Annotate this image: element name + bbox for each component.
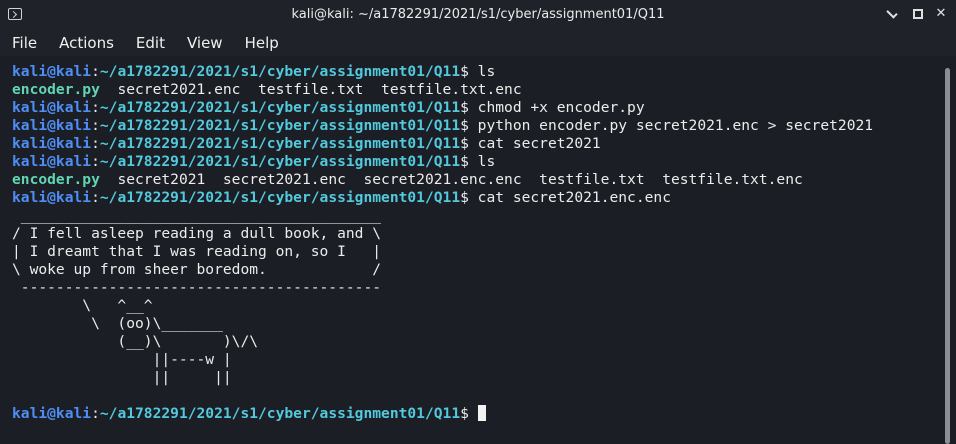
menu-view[interactable]: View xyxy=(175,34,233,52)
terminal-line: \ (oo)\_______ xyxy=(12,315,940,333)
terminal-line: ||----w | xyxy=(12,351,940,369)
terminal-text: \ (oo)\_______ xyxy=(12,315,223,332)
terminal-line: encoder.py secret2021 secret2021.enc sec… xyxy=(12,171,940,189)
terminal-text: secret2021 secret2021.enc secret2021.enc… xyxy=(99,171,803,188)
terminal-line: (__)\ )\/\ xyxy=(12,333,940,351)
scrollbar[interactable] xyxy=(940,56,956,444)
maximize-button[interactable] xyxy=(910,6,926,22)
prompt-path: ~/a1782291/2021/s1/cyber/assignment01/Q1… xyxy=(99,135,461,152)
terminal-cursor xyxy=(477,405,486,421)
prompt-user: kali@kali xyxy=(12,63,92,80)
terminal-text: : xyxy=(91,135,100,152)
prompt-path: ~/a1782291/2021/s1/cyber/assignment01/Q1… xyxy=(99,405,461,422)
prompt-user: kali@kali xyxy=(12,189,92,206)
window-title: kali@kali: ~/a1782291/2021/s1/cyber/assi… xyxy=(291,7,665,22)
prompt-user: kali@kali xyxy=(12,117,92,134)
minimize-button[interactable] xyxy=(885,6,901,22)
terminal-text: \ ^__^ xyxy=(12,297,153,314)
terminal-text: : xyxy=(91,153,100,170)
terminal-text: $ cat secret2021 xyxy=(460,135,601,152)
terminal-text: secret2021.enc testfile.txt testfile.txt… xyxy=(99,81,522,98)
terminal-line: ----------------------------------------… xyxy=(12,279,940,297)
terminal-text: : xyxy=(91,117,100,134)
prompt-path: ~/a1782291/2021/s1/cyber/assignment01/Q1… xyxy=(99,117,461,134)
terminal-line: \ woke up from sheer boredom. / xyxy=(12,261,940,279)
scrollbar-thumb[interactable] xyxy=(945,68,950,444)
terminal-text: $ ls xyxy=(460,153,496,170)
terminal-line: kali@kali:~/a1782291/2021/s1/cyber/assig… xyxy=(12,63,940,81)
terminal-text: $ xyxy=(460,405,478,422)
terminal-text: \ woke up from sheer boredom. / xyxy=(12,261,382,278)
terminal-text: ||----w | xyxy=(12,351,232,368)
terminal-text: : xyxy=(91,189,100,206)
terminal-text: : xyxy=(91,405,100,422)
terminal-text: || || xyxy=(12,369,232,386)
terminal-line: kali@kali:~/a1782291/2021/s1/cyber/assig… xyxy=(12,405,940,423)
terminal-output[interactable]: kali@kali:~/a1782291/2021/s1/cyber/assig… xyxy=(0,56,940,444)
maximize-icon xyxy=(913,9,923,19)
terminal-line: \ ^__^ xyxy=(12,297,940,315)
executable-file: encoder.py xyxy=(12,81,100,98)
menu-file[interactable]: File xyxy=(0,34,47,52)
terminal-line: / I fell asleep reading a dull book, and… xyxy=(12,225,940,243)
terminal-text: / I fell asleep reading a dull book, and… xyxy=(12,225,382,242)
close-icon: ✕ xyxy=(935,6,947,21)
menu-edit[interactable]: Edit xyxy=(124,34,175,52)
executable-file: encoder.py xyxy=(12,171,100,188)
prompt-user: kali@kali xyxy=(12,153,92,170)
chevron-down-icon xyxy=(886,7,898,19)
prompt-user: kali@kali xyxy=(12,135,92,152)
title-bar: kali@kali: ~/a1782291/2021/s1/cyber/assi… xyxy=(0,0,956,30)
prompt-path: ~/a1782291/2021/s1/cyber/assignment01/Q1… xyxy=(99,189,461,206)
terminal-text: : xyxy=(91,99,100,116)
terminal-text: | I dreamt that I was reading on, so I | xyxy=(12,243,382,260)
menu-help[interactable]: Help xyxy=(233,34,289,52)
prompt-path: ~/a1782291/2021/s1/cyber/assignment01/Q1… xyxy=(99,63,461,80)
terminal-line: kali@kali:~/a1782291/2021/s1/cyber/assig… xyxy=(12,135,940,153)
terminal-line: kali@kali:~/a1782291/2021/s1/cyber/assig… xyxy=(12,117,940,135)
menu-actions[interactable]: Actions xyxy=(47,34,124,52)
prompt-user: kali@kali xyxy=(12,405,92,422)
prompt-path: ~/a1782291/2021/s1/cyber/assignment01/Q1… xyxy=(99,99,461,116)
terminal-line: kali@kali:~/a1782291/2021/s1/cyber/assig… xyxy=(12,153,940,171)
terminal-line: kali@kali:~/a1782291/2021/s1/cyber/assig… xyxy=(12,99,940,117)
terminal-text: $ chmod +x encoder.py xyxy=(460,99,645,116)
prompt-user: kali@kali xyxy=(12,99,92,116)
menu-bar: File Actions Edit View Help xyxy=(0,30,956,56)
terminal-line: ________________________________________… xyxy=(12,207,940,225)
terminal-text: $ python encoder.py secret2021.enc > sec… xyxy=(460,117,874,134)
terminal-line: kali@kali:~/a1782291/2021/s1/cyber/assig… xyxy=(12,189,940,207)
terminal-text: (__)\ )\/\ xyxy=(12,333,259,350)
terminal-line: encoder.py secret2021.enc testfile.txt t… xyxy=(12,81,940,99)
close-button[interactable]: ✕ xyxy=(933,6,949,22)
terminal-text: $ cat secret2021.enc.enc xyxy=(460,189,671,206)
terminal-line: || || xyxy=(12,369,940,387)
terminal-line: | I dreamt that I was reading on, so I | xyxy=(12,243,940,261)
prompt-path: ~/a1782291/2021/s1/cyber/assignment01/Q1… xyxy=(99,153,461,170)
terminal-text: ----------------------------------------… xyxy=(12,279,382,296)
terminal-text: $ ls xyxy=(460,63,496,80)
terminal-text: : xyxy=(91,63,100,80)
terminal-text: ________________________________________… xyxy=(12,207,382,224)
